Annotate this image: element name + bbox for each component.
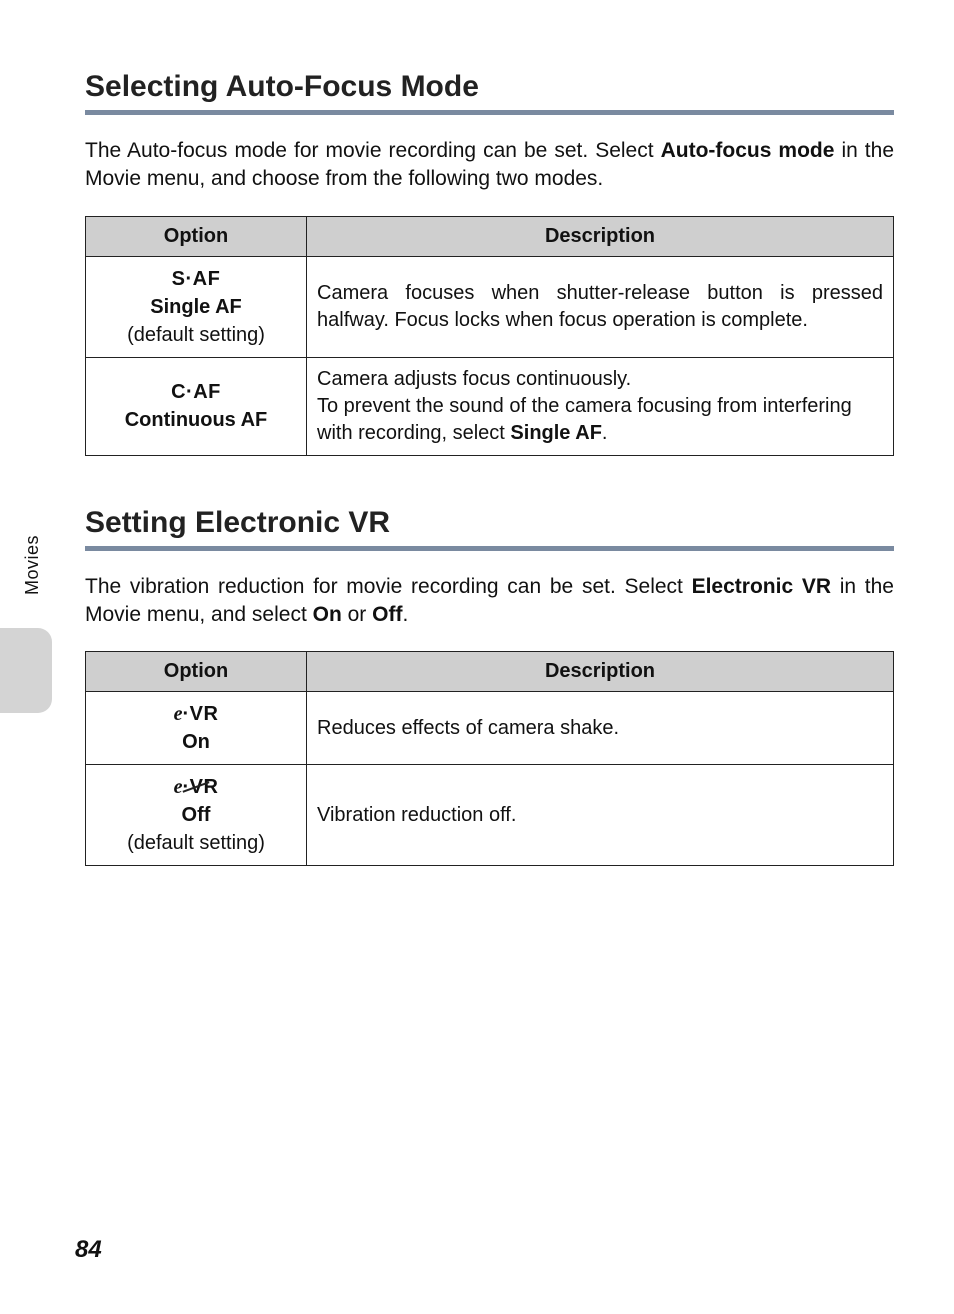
option-continuous-af: C·AF Continuous AF xyxy=(86,357,307,455)
page-content: Selecting Auto-Focus Mode The Auto-focus… xyxy=(0,0,954,1314)
vr-options-table: Option Description e·VR On Reduces effec… xyxy=(85,651,894,866)
table-row: C·AF Continuous AF Camera adjusts focus … xyxy=(86,357,894,455)
caf-icon: C·AF xyxy=(171,381,221,403)
option-vr-off-desc: Vibration reduction off. xyxy=(307,765,894,866)
saf-icon: S·AF xyxy=(172,268,221,290)
af-intro-text: The Auto-focus mode for movie recording … xyxy=(85,137,894,194)
option-vr-on-desc: Reduces effects of camera shake. xyxy=(307,692,894,765)
option-single-af: S·AF Single AF (default setting) xyxy=(86,256,307,357)
option-vr-off: e·VR Off (default setting) xyxy=(86,765,307,866)
table-header-option: Option xyxy=(86,652,307,692)
option-vr-on: e·VR On xyxy=(86,692,307,765)
af-options-table: Option Description S·AF Single AF (defau… xyxy=(85,216,894,456)
page-number: 84 xyxy=(75,1236,102,1264)
evr-off-icon: e·VR xyxy=(172,773,221,801)
table-row: S·AF Single AF (default setting) Camera … xyxy=(86,256,894,357)
table-row: e·VR On Reduces effects of camera shake. xyxy=(86,692,894,765)
table-header-description: Description xyxy=(307,216,894,256)
section-heading-af: Selecting Auto-Focus Mode xyxy=(85,70,894,115)
table-header-option: Option xyxy=(86,216,307,256)
option-continuous-af-desc: Camera adjusts focus continuously. To pr… xyxy=(307,357,894,455)
vr-intro-text: The vibration reduction for movie record… xyxy=(85,573,894,630)
evr-on-icon: e·VR xyxy=(174,703,219,725)
section-heading-vr: Setting Electronic VR xyxy=(85,506,894,551)
option-single-af-desc: Camera focuses when shutter-release butt… xyxy=(307,256,894,357)
table-row: e·VR Off (default setting) Vibration red… xyxy=(86,765,894,866)
table-header-description: Description xyxy=(307,652,894,692)
